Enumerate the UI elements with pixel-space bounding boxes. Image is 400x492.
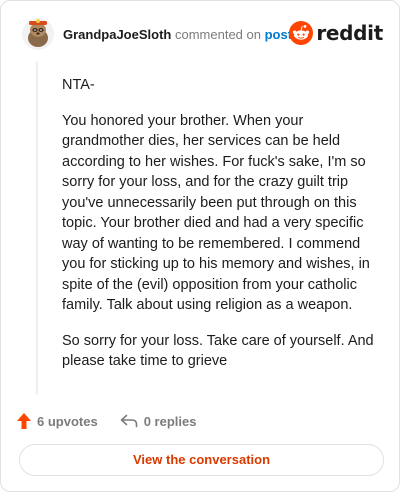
replies-count: 0 replies	[143, 413, 197, 429]
reddit-wordmark: reddit	[316, 21, 383, 45]
upvotes-stat[interactable]: 6 upvotes	[17, 413, 98, 429]
username-link[interactable]: GrandpaJoeSloth	[63, 27, 171, 42]
action-text: commented on	[174, 27, 261, 42]
comment-paragraph: So sorry for your loss. Take care of you…	[62, 332, 374, 370]
replies-stat[interactable]: 0 replies	[120, 413, 197, 429]
embedded-comment-card: GrandpaJoeSloth commented on post reddit…	[0, 0, 400, 492]
user-avatar[interactable]	[21, 17, 55, 51]
thread-line	[36, 61, 38, 395]
header-text: GrandpaJoeSloth commented on post	[63, 27, 292, 42]
comment-body: NTA- You honored your brother. When your…	[62, 75, 380, 387]
reddit-brand[interactable]: reddit	[289, 21, 383, 45]
view-conversation-button[interactable]: View the conversation	[19, 444, 384, 476]
comment-paragraph: NTA-	[62, 77, 95, 93]
comment-header: GrandpaJoeSloth commented on post reddit	[15, 15, 383, 55]
upvote-arrow-icon	[17, 413, 31, 429]
comment-paragraph: You honored your brother. When your gran…	[62, 112, 370, 314]
post-link[interactable]: post	[265, 27, 292, 42]
reddit-snoo-icon	[289, 21, 314, 45]
comment-footer: 6 upvotes 0 replies	[17, 410, 196, 432]
reply-arrow-icon	[120, 414, 137, 428]
upvotes-count: 6 upvotes	[37, 413, 98, 429]
